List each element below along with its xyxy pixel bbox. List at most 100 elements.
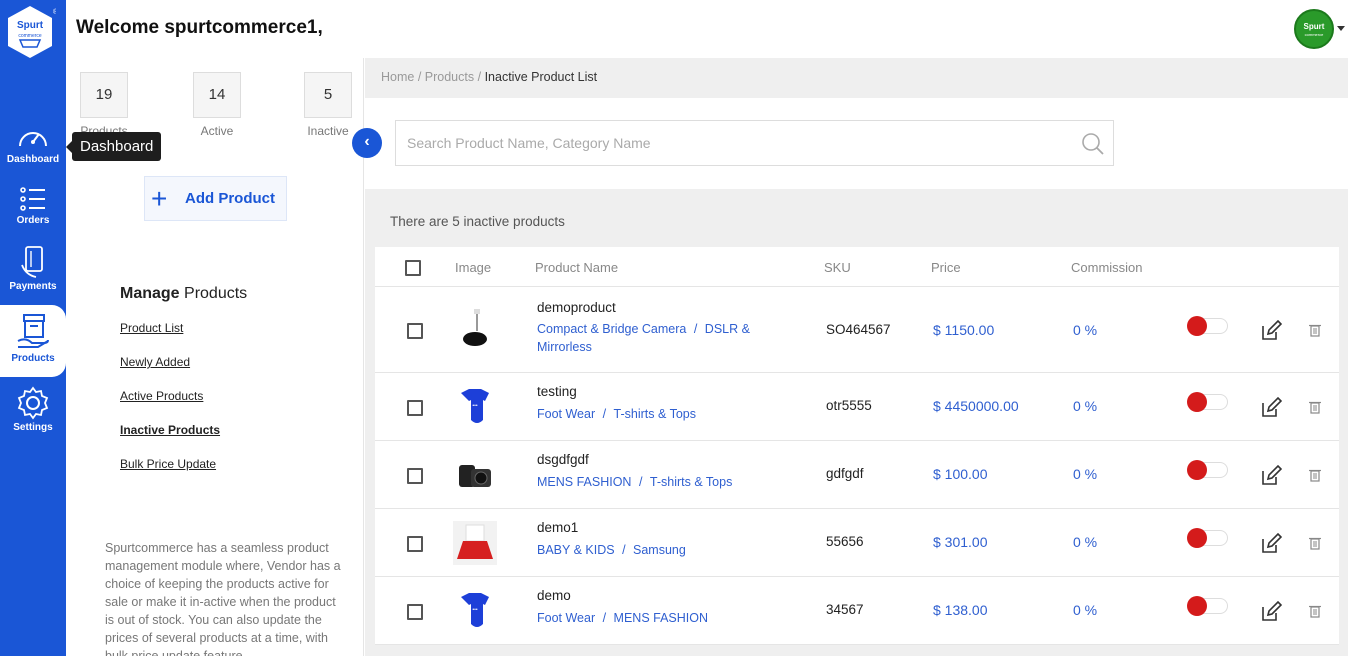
product-thumbnail — [453, 453, 497, 497]
inactive-products-table: Image Product Name SKU Price Commission … — [375, 247, 1339, 645]
edit-icon[interactable] — [1260, 533, 1282, 555]
module-description: Spurtcommerce has a seamless product man… — [105, 541, 341, 656]
nav-settings[interactable]: Settings — [0, 386, 66, 433]
nav-orders-label: Orders — [16, 215, 50, 226]
product-thumbnail — [453, 521, 497, 565]
product-commission: 0 % — [1073, 398, 1098, 414]
breadcrumb-current: Inactive Product List — [484, 70, 598, 84]
status-toggle[interactable] — [1187, 528, 1228, 548]
nav-dashboard[interactable]: Dashboard — [0, 124, 66, 165]
status-toggle[interactable] — [1187, 596, 1228, 616]
product-thumbnail — [453, 307, 497, 351]
link-inactive-products[interactable]: Inactive Products — [120, 423, 220, 437]
product-thumbnail: ••• — [453, 385, 497, 429]
col-commission: Commission — [1071, 260, 1143, 275]
add-product-button[interactable]: + Add Product — [144, 176, 287, 221]
plus-icon: + — [151, 183, 168, 214]
link-product-list[interactable]: Product List — [120, 321, 183, 335]
chevron-left-icon: ‹ — [364, 133, 370, 150]
svg-text:commerce: commerce — [1305, 32, 1324, 37]
product-name[interactable]: demoproduct — [537, 300, 616, 315]
stat-active-count: 14 — [193, 72, 241, 118]
product-sku: 34567 — [826, 602, 864, 617]
category-1[interactable]: Foot Wear — [537, 407, 595, 421]
product-name[interactable]: demo — [537, 588, 571, 603]
product-name[interactable]: demo1 — [537, 520, 578, 535]
user-avatar[interactable]: Spurt commerce — [1294, 9, 1334, 49]
search-icon[interactable] — [1081, 132, 1105, 156]
row-checkbox[interactable] — [407, 323, 423, 339]
product-price: $ 1150.00 — [933, 322, 995, 338]
category-2[interactable]: T-shirts & Tops — [650, 475, 732, 489]
edit-icon[interactable] — [1260, 465, 1282, 487]
nav-orders[interactable]: Orders — [0, 185, 66, 226]
link-bulk-price-update[interactable]: Bulk Price Update — [120, 457, 216, 471]
nav-products[interactable]: Products — [0, 305, 66, 377]
nav-dashboard-label: Dashboard — [6, 154, 60, 165]
status-toggle[interactable] — [1187, 392, 1228, 412]
table-row: demo1 BABY & KIDS / Samsung 55656 $ 301.… — [375, 509, 1339, 577]
nav-products-label: Products — [11, 353, 55, 364]
row-checkbox[interactable] — [407, 468, 423, 484]
product-name[interactable]: testing — [537, 384, 577, 399]
nav-payments[interactable]: Payments — [0, 245, 66, 292]
add-product-label: Add Product — [185, 190, 275, 207]
category-2[interactable]: Samsung — [633, 543, 686, 557]
edit-icon[interactable] — [1260, 320, 1282, 342]
category-2[interactable]: MENS FASHION — [614, 611, 708, 625]
product-sku: gdfgdf — [826, 466, 864, 481]
inactive-count-summary: There are 5 inactive products — [390, 214, 565, 229]
category-1[interactable]: Foot Wear — [537, 611, 595, 625]
search-bar-area — [365, 98, 1348, 189]
delete-trash-icon[interactable] — [1309, 536, 1321, 550]
breadcrumb-products[interactable]: Products — [425, 70, 474, 84]
edit-icon[interactable] — [1260, 601, 1282, 623]
product-name[interactable]: dsgdfgdf — [537, 452, 589, 467]
status-toggle[interactable] — [1187, 316, 1228, 336]
status-toggle[interactable] — [1187, 460, 1228, 480]
product-categories: BABY & KIDS / Samsung — [537, 543, 686, 557]
product-price: $ 100.00 — [933, 466, 988, 482]
breadcrumb: Home / Products / Inactive Product List — [381, 70, 598, 84]
category-1[interactable]: Compact & Bridge Camera — [537, 322, 686, 336]
svg-text:•••: ••• — [472, 403, 478, 409]
product-price: $ 4450000.00 — [933, 398, 1019, 414]
edit-icon[interactable] — [1260, 397, 1282, 419]
stat-active-label: Active — [200, 124, 234, 138]
delete-trash-icon[interactable] — [1309, 468, 1321, 482]
toggle-knob — [1187, 528, 1207, 548]
category-1[interactable]: MENS FASHION — [537, 475, 631, 489]
breadcrumb-home[interactable]: Home — [381, 70, 414, 84]
collapse-panel-button[interactable]: ‹ — [352, 128, 382, 158]
svg-text:®: ® — [53, 8, 56, 16]
table-row: dsgdfgdf MENS FASHION / T-shirts & Tops … — [375, 441, 1339, 509]
product-categories: MENS FASHION / T-shirts & Tops — [537, 475, 733, 489]
link-active-products[interactable]: Active Products — [120, 389, 203, 403]
products-box-hand-icon — [17, 314, 49, 348]
delete-trash-icon[interactable] — [1309, 323, 1321, 337]
delete-trash-icon[interactable] — [1309, 604, 1321, 618]
table-header: Image Product Name SKU Price Commission — [375, 247, 1339, 287]
product-sku: SO464567 — [826, 322, 891, 337]
category-1[interactable]: BABY & KIDS — [537, 543, 615, 557]
product-price: $ 138.00 — [933, 602, 988, 618]
row-checkbox[interactable] — [407, 536, 423, 552]
product-commission: 0 % — [1073, 602, 1098, 618]
avatar-dropdown-caret-icon[interactable] — [1337, 26, 1345, 31]
select-all-checkbox[interactable] — [405, 260, 421, 276]
spurtcommerce-logo[interactable]: Spurt commerce ® — [6, 4, 59, 60]
delete-trash-icon[interactable] — [1309, 400, 1321, 414]
col-sku: SKU — [824, 260, 851, 275]
manage-products-heading: Manage Products — [120, 285, 248, 302]
table-row: ••• demo Foot Wear / MENS FASHION 34567 … — [375, 577, 1339, 645]
stat-inactive-count: 5 — [304, 72, 352, 118]
avatar-logo-icon: Spurt commerce — [1304, 22, 1325, 37]
nav-settings-label: Settings — [13, 422, 53, 433]
product-categories: Foot Wear / MENS FASHION — [537, 611, 709, 625]
toggle-knob — [1187, 316, 1207, 336]
row-checkbox[interactable] — [407, 400, 423, 416]
product-search-input[interactable] — [395, 120, 1114, 166]
category-2[interactable]: T-shirts & Tops — [614, 407, 696, 421]
link-newly-added[interactable]: Newly Added — [120, 355, 190, 369]
row-checkbox[interactable] — [407, 604, 423, 620]
